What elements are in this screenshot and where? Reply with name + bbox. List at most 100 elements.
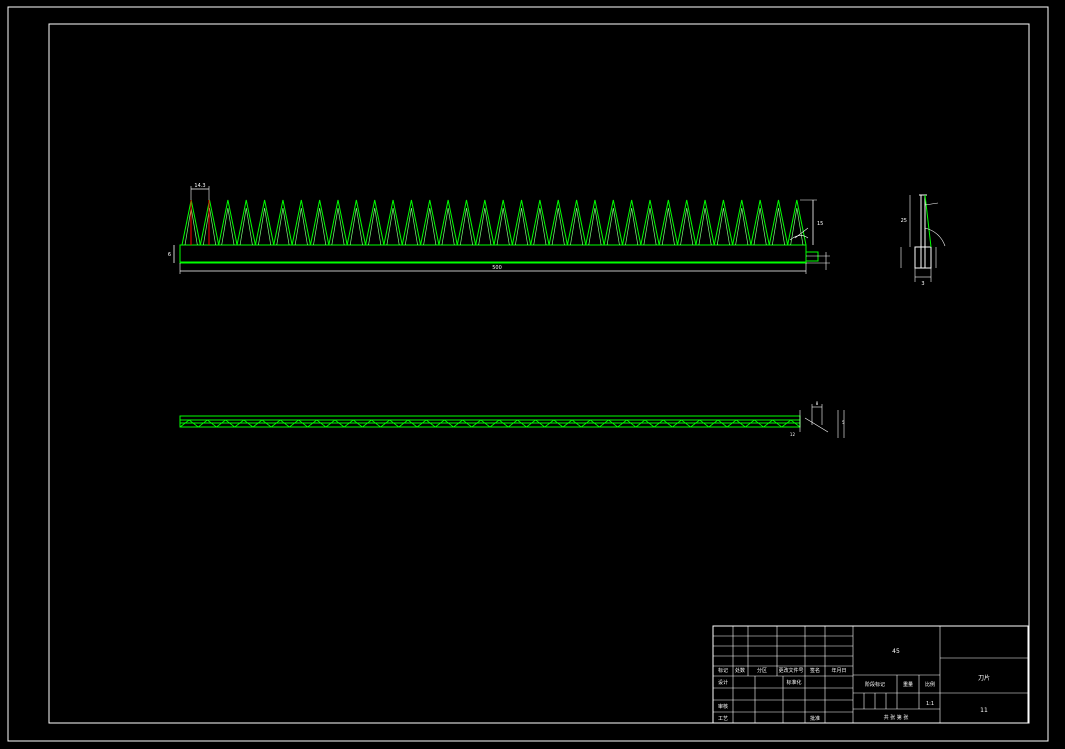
tooth-chamfer <box>404 207 418 246</box>
tooth-chamfer <box>258 207 272 246</box>
tooth-outline <box>566 199 587 246</box>
tooth-chamfer <box>771 207 785 246</box>
tooth-outline <box>768 199 789 246</box>
tb-material: 45 <box>892 648 900 655</box>
drawing-canvas: 14.3 500 15 6 25 3 8 5 12 标记 处数 分区 更改文件号… <box>7 6 1049 742</box>
tb-label: 审核 <box>718 703 728 710</box>
top-width-text: 8 <box>816 401 819 406</box>
tooth-chamfer <box>313 207 327 246</box>
side-thickness-text: 3 <box>921 281 924 287</box>
tb-scale: 1:1 <box>926 701 934 707</box>
tooth-chamfer <box>478 207 492 246</box>
tooth-chamfer <box>276 207 290 246</box>
tooth-chamfer <box>570 207 584 246</box>
tb-label: 设计 <box>718 679 728 686</box>
tooth-outline <box>475 199 495 246</box>
tooth-outline <box>511 199 532 246</box>
tooth-chamfer <box>515 207 529 246</box>
tooth-chamfer <box>716 207 730 246</box>
tb-label: 批准 <box>810 715 820 722</box>
tb-label: 重量 <box>903 681 913 688</box>
tooth-outline <box>750 199 770 246</box>
tb-label: 分区 <box>757 667 767 674</box>
tooth-outline <box>603 199 623 246</box>
tooth-row <box>181 199 807 246</box>
tooth-chamfer <box>680 207 694 246</box>
top-b-text: 12 <box>790 432 796 437</box>
tooth-chamfer <box>459 207 473 246</box>
top-leader <box>804 417 829 433</box>
tooth-chamfer <box>588 207 602 246</box>
tooth-outline <box>585 199 605 246</box>
tooth-chamfer <box>221 207 235 246</box>
tb-sheet-label: 共 张 第 张 <box>884 714 909 721</box>
tooth-outline <box>695 199 715 246</box>
tb-label: 标记 <box>718 667 728 674</box>
blade-base <box>179 244 807 264</box>
height-dim-text: 15 <box>817 221 823 227</box>
tooth-outline <box>658 199 679 246</box>
tooth-outline <box>273 199 293 246</box>
length-dim-text: 500 <box>492 265 502 271</box>
tooth-chamfer <box>239 207 253 246</box>
side-angle-arc <box>924 227 946 247</box>
tb-drawing-no: 11 <box>980 707 988 714</box>
side-angle-leader <box>924 202 939 206</box>
tooth-chamfer <box>294 207 308 246</box>
inner-border <box>48 23 1030 724</box>
tooth-outline <box>621 199 642 246</box>
tb-label: 阶段标记 <box>865 681 885 688</box>
tooth-chamfer <box>790 207 804 246</box>
tooth-chamfer <box>331 207 345 246</box>
tooth-chamfer <box>735 207 749 246</box>
tooth-chamfer <box>606 207 620 246</box>
pitch-dim-text: 14.3 <box>194 183 205 189</box>
end-detail <box>805 251 819 262</box>
tooth-outline <box>548 199 568 246</box>
tb-label: 更改文件号 <box>778 667 803 674</box>
side-view: 25 3 <box>901 194 946 287</box>
tb-label: 比例 <box>925 681 935 688</box>
outer-border <box>7 6 1049 742</box>
tooth-chamfer <box>643 207 657 246</box>
tooth-outline <box>456 199 477 246</box>
tb-label: 年月日 <box>831 667 846 674</box>
tooth-chamfer <box>423 207 437 246</box>
tooth-outline <box>218 199 238 246</box>
tooth-outline <box>787 199 807 246</box>
tooth-outline <box>732 199 752 246</box>
side-height-text: 25 <box>901 218 907 224</box>
tooth-outline <box>328 199 348 246</box>
tooth-outline <box>401 199 422 246</box>
tooth-chamfer <box>533 207 547 246</box>
base-dim-text: 6 <box>168 252 171 258</box>
tooth-outline <box>713 199 734 246</box>
tb-label: 签名 <box>810 667 820 674</box>
tooth-outline <box>438 199 458 246</box>
tooth-outline <box>677 199 697 246</box>
tooth-chamfer <box>203 207 217 246</box>
tooth-outline <box>309 199 330 246</box>
tooth-outline <box>291 199 311 246</box>
tb-label: 标准化 <box>786 679 801 686</box>
tooth-outline <box>383 199 403 246</box>
top-a-text: 5 <box>842 420 845 425</box>
tb-label: 处数 <box>735 667 745 674</box>
tooth-chamfer <box>551 207 565 246</box>
title-block: 标记 处数 分区 更改文件号 签名 年月日 设计 审核 工艺 标准化 批准 阶段… <box>712 625 1029 724</box>
tb-part-name: 刀片 <box>978 674 990 682</box>
tooth-chamfer <box>368 207 382 246</box>
tooth-outline <box>365 199 385 246</box>
tooth-chamfer <box>496 207 510 246</box>
tooth-chamfer <box>698 207 712 246</box>
front-view: 14.3 500 15 6 <box>168 183 830 274</box>
tooth-chamfer <box>753 207 767 246</box>
tooth-outline <box>254 199 275 246</box>
top-view: 8 5 12 <box>179 401 845 438</box>
tooth-outline <box>530 199 550 246</box>
side-tooth-edge <box>924 194 932 248</box>
tooth-chamfer <box>386 207 400 246</box>
tooth-outline <box>420 199 440 246</box>
tb-label: 工艺 <box>718 716 728 722</box>
side-base <box>914 246 932 269</box>
